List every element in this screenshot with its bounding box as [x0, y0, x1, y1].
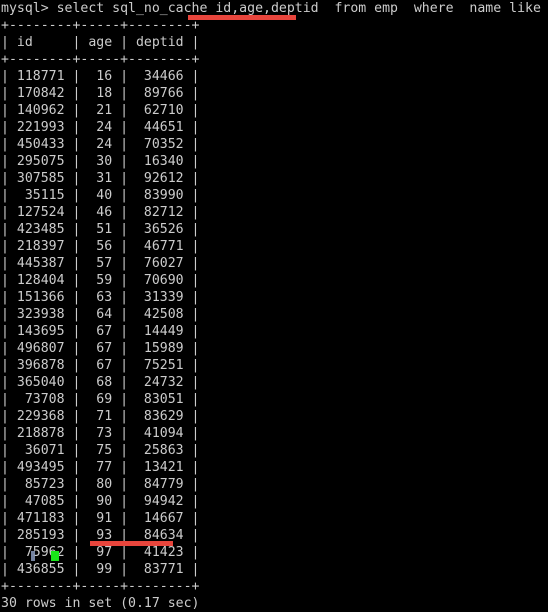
table-row: | 140962 | 21 | 62710 | [1, 103, 200, 118]
terminal-window[interactable]: mysql> select sql_no_cache id,age,deptid… [0, 0, 548, 611]
table-row: | 323938 | 64 | 42508 | [1, 307, 200, 322]
table-border-header: +--------+-----+--------+ [1, 52, 200, 67]
table-row: | 170842 | 18 | 89766 | [1, 86, 200, 101]
table-row: | 35115 | 40 | 83990 | [1, 188, 200, 203]
status-line: 30 rows in set (0.17 sec) [1, 596, 200, 611]
table-row: | 128404 | 59 | 70690 | [1, 273, 200, 288]
table-row: | 493495 | 77 | 13421 | [1, 460, 200, 475]
table-row: | 445387 | 57 | 76027 | [1, 256, 200, 271]
table-row: | 118771 | 16 | 34466 | [1, 69, 200, 84]
table-row: | 218878 | 73 | 41094 | [1, 426, 200, 441]
result-rows: | 118771 | 16 | 34466 | | 170842 | 18 | 8… [0, 68, 548, 578]
table-row: | 75962 | 97 | 41423 | [1, 545, 200, 560]
annotation-underline-timing [90, 541, 173, 546]
table-header-row: | id | age | deptid | [1, 35, 200, 50]
table-row: | 143695 | 67 | 14449 | [1, 324, 200, 339]
table-row: | 85723 | 80 | 84779 | [1, 477, 200, 492]
table-row: | 496807 | 67 | 15989 | [1, 341, 200, 356]
table-row: | 36071 | 75 | 25863 | [1, 443, 200, 458]
table-row: | 450433 | 24 | 70352 | [1, 137, 200, 152]
table-row: | 285193 | 93 | 84634 | [1, 528, 200, 543]
prompt-glyph [31, 551, 35, 561]
table-row: | 218397 | 56 | 46771 | [1, 239, 200, 254]
terminal-cursor[interactable] [51, 551, 59, 561]
table-row: | 365040 | 68 | 24732 | [1, 375, 200, 390]
table-row: | 396878 | 67 | 75251 | [1, 358, 200, 373]
table-border-bottom: +--------+-----+--------+ [1, 579, 200, 594]
table-row: | 151366 | 63 | 31339 | [1, 290, 200, 305]
table-row: | 295075 | 30 | 16340 | [1, 154, 200, 169]
table-row: | 229368 | 71 | 83629 | [1, 409, 200, 424]
table-row: | 471183 | 91 | 14667 | [1, 511, 200, 526]
table-row: | 73708 | 69 | 83051 | [1, 392, 200, 407]
annotation-underline-columns [188, 15, 296, 20]
table-row: | 47085 | 90 | 94942 | [1, 494, 200, 509]
table-row: | 127524 | 46 | 82712 | [1, 205, 200, 220]
table-row: | 436855 | 99 | 83771 | [1, 562, 200, 577]
table-row: | 307585 | 31 | 92612 | [1, 171, 200, 186]
table-row: | 423485 | 51 | 36526 | [1, 222, 200, 237]
table-row: | 221993 | 24 | 44651 | [1, 120, 200, 135]
